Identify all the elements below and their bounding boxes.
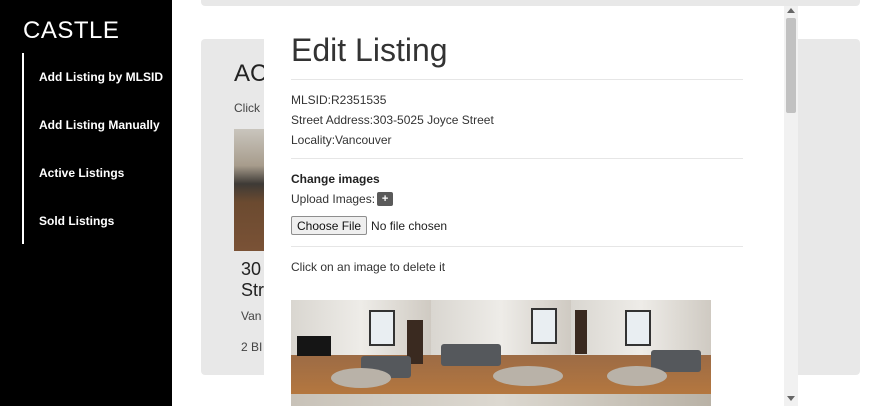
listing-photo[interactable]: [291, 300, 431, 394]
listing-photo-row[interactable]: [291, 394, 711, 406]
edit-listing-modal: Edit Listing MLSID:R2351535 Street Addre…: [264, 6, 784, 406]
modal-scrollbar[interactable]: [784, 6, 798, 406]
page-subtext: Click: [234, 101, 260, 115]
sidebar-item-sold-listings[interactable]: Sold Listings: [39, 214, 114, 228]
file-status-text: No file chosen: [371, 218, 448, 233]
sidebar-nav: Add Listing by MLSID Add Listing Manuall…: [22, 53, 172, 244]
page-heading: AC: [234, 60, 268, 87]
upload-images-label: Upload Images:: [291, 192, 376, 206]
change-images-heading: Change images: [291, 172, 380, 186]
listing-beds: 2 BI: [241, 340, 263, 354]
image-gallery: [291, 300, 711, 406]
mlsid-text: MLSID:R2351535: [291, 93, 387, 107]
file-input[interactable]: Choose File No file chosen: [291, 216, 447, 235]
delete-hint-text: Click on an image to delete it: [291, 260, 446, 274]
modal-title: Edit Listing: [291, 32, 448, 68]
add-image-button[interactable]: +: [377, 192, 394, 206]
brand-logo[interactable]: CASTLE: [23, 17, 119, 45]
scroll-down-icon[interactable]: [787, 396, 795, 401]
locality-text: Locality:Vancouver: [291, 133, 392, 147]
scroll-up-icon[interactable]: [787, 8, 795, 13]
street-address-text: Street Address:303-5025 Joyce Street: [291, 113, 494, 127]
upload-images-row: Upload Images: +: [291, 192, 394, 206]
sidebar-item-add-listing-manually[interactable]: Add Listing Manually: [39, 118, 160, 132]
listing-title: 30 Str: [241, 259, 265, 300]
listing-photo[interactable]: [431, 300, 571, 394]
sidebar: CASTLE Add Listing by MLSID Add Listing …: [0, 0, 172, 406]
listing-locality: Van: [241, 309, 262, 323]
divider: [291, 79, 743, 80]
scroll-thumb[interactable]: [786, 18, 796, 113]
listing-photo[interactable]: [571, 300, 711, 394]
choose-file-button[interactable]: Choose File: [291, 216, 368, 235]
sidebar-item-add-listing-by-mlsid[interactable]: Add Listing by MLSID: [39, 70, 163, 84]
sidebar-item-active-listings[interactable]: Active Listings: [39, 166, 124, 180]
divider: [291, 158, 743, 159]
divider: [291, 246, 743, 247]
